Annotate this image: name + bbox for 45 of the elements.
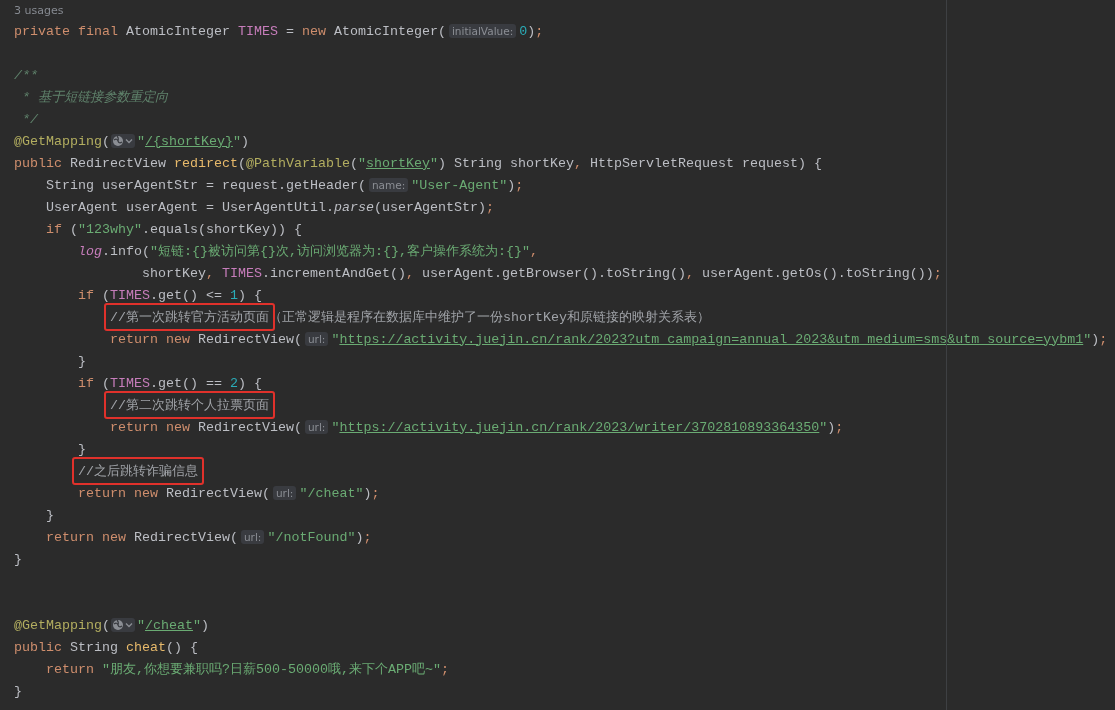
highlighted-comment: //之后跳转诈骗信息 — [72, 457, 204, 485]
code-text: @GetMapping( — [14, 617, 110, 633]
code-text: 0); — [519, 23, 544, 39]
code-text: if (TIMES.get() <= 1) { — [77, 287, 262, 303]
code-text: return "朋友,你想要兼职吗?日薪500-50000哦,来下个APP吧~"; — [45, 661, 449, 678]
globe-dropdown-icon[interactable] — [111, 618, 135, 632]
usages-link[interactable]: 3 usages — [14, 3, 64, 17]
highlighted-comment: //第一次跳转官方活动页面 — [104, 303, 275, 331]
code-text: } — [77, 353, 86, 369]
code-text: "/cheat") — [137, 617, 209, 633]
code-text: if ("123why".equals(shortKey)) { — [45, 221, 302, 237]
code-text: /** — [14, 67, 38, 83]
code-text: "https://activity.juejin.cn/rank/2023/writer/3702810893364350"); — [331, 419, 844, 435]
code-text: return new RedirectView( — [108, 331, 302, 347]
code-text: log.info("短链:{}被访问第{}次,访问浏览器为:{},客户操作系统为:{}", — [77, 243, 538, 260]
code-text: "/{shortKey}") — [137, 133, 249, 149]
code-text: } — [45, 507, 54, 523]
highlighted-comment: //第二次跳转个人拉票页面 — [104, 391, 275, 419]
parameter-hint: name: — [368, 178, 409, 192]
code-text: "/notFound"); — [267, 529, 372, 545]
code-text: String userAgentStr = request.getHeader( — [45, 177, 366, 193]
parameter-hint: initialValue: — [448, 24, 517, 38]
code-text: * 基于短链接参数重定向 — [21, 89, 168, 106]
code-text: public RedirectView redirect(@PathVariable("shortKey") String shortKey, HttpServletRequest request) { — [14, 155, 822, 171]
code-text: private final AtomicInteger TIMES = new AtomicInteger( — [14, 23, 446, 39]
globe-dropdown-icon[interactable] — [111, 134, 135, 148]
parameter-hint: url: — [304, 420, 329, 434]
parameter-hint: url: — [240, 530, 265, 544]
code-text: } — [14, 551, 22, 567]
code-text: public String cheat() { — [14, 639, 198, 655]
code-text: */ — [21, 111, 38, 127]
code-text: return new RedirectView( — [77, 485, 270, 501]
code-text: } — [14, 683, 22, 699]
code-text: } — [77, 441, 86, 457]
parameter-hint: url: — [304, 332, 329, 346]
code-text: "/cheat"); — [299, 485, 380, 501]
code-text: @GetMapping( — [14, 133, 110, 149]
code-text: return new RedirectView( — [45, 529, 238, 545]
code-text: "User-Agent"); — [411, 177, 524, 193]
code-text: shortKey, TIMES.incrementAndGet(), userAgent.getBrowser().toString(), userAgent.getOs().toString()); — [140, 265, 942, 281]
code-text: UserAgent userAgent = UserAgentUtil.parse(userAgentStr); — [45, 199, 494, 215]
code-text: "https://activity.juejin.cn/rank/2023?utm_campaign=annual_2023&utm_medium=sms&utm_source=yybm1"); — [331, 331, 1108, 347]
code-text: if (TIMES.get() == 2) { — [77, 375, 262, 391]
code-text: return new RedirectView( — [108, 419, 302, 435]
parameter-hint: url: — [272, 486, 297, 500]
